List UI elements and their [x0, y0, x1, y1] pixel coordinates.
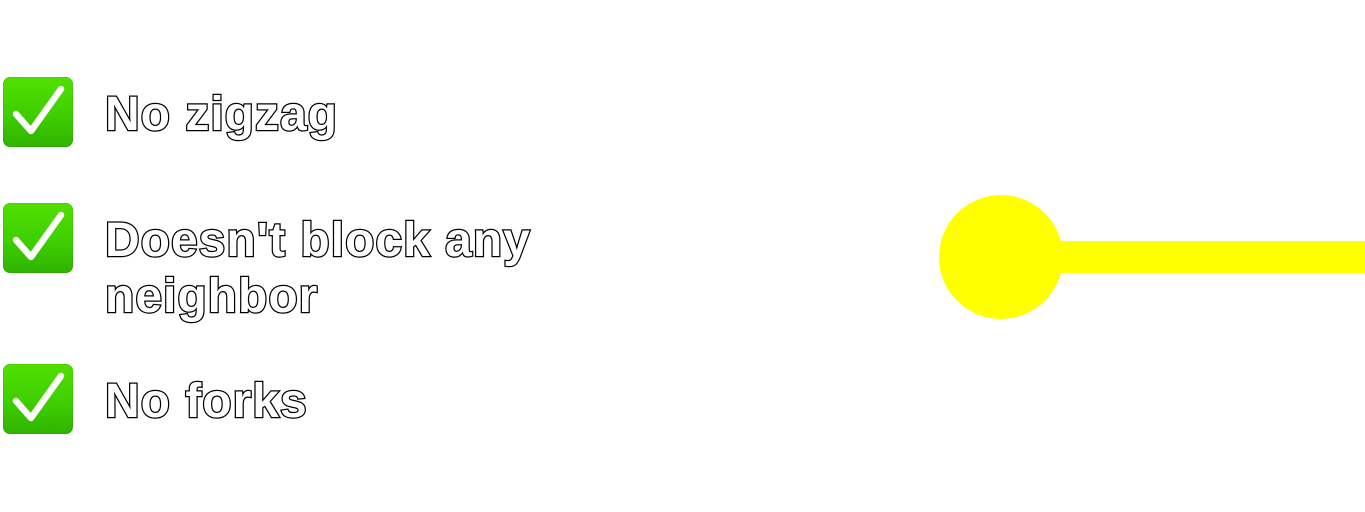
path-diagram — [930, 185, 1365, 330]
path-endpoint-node — [939, 195, 1063, 319]
checklist-item-label: No forks — [104, 374, 308, 430]
checklist-item-label: Doesn't block any neighbor — [104, 213, 531, 325]
check-mark-glyph — [12, 372, 65, 422]
check-mark-icon — [3, 364, 73, 434]
check-mark-glyph — [12, 211, 65, 261]
check-mark-icon — [3, 77, 73, 147]
checklist-item-label: No zigzag — [104, 87, 339, 143]
check-mark-icon — [3, 203, 73, 273]
check-mark-glyph — [12, 85, 65, 135]
checklist: No zigzag Doesn't block any neighbor No … — [0, 0, 800, 512]
path-diagram-canvas — [939, 195, 1365, 319]
